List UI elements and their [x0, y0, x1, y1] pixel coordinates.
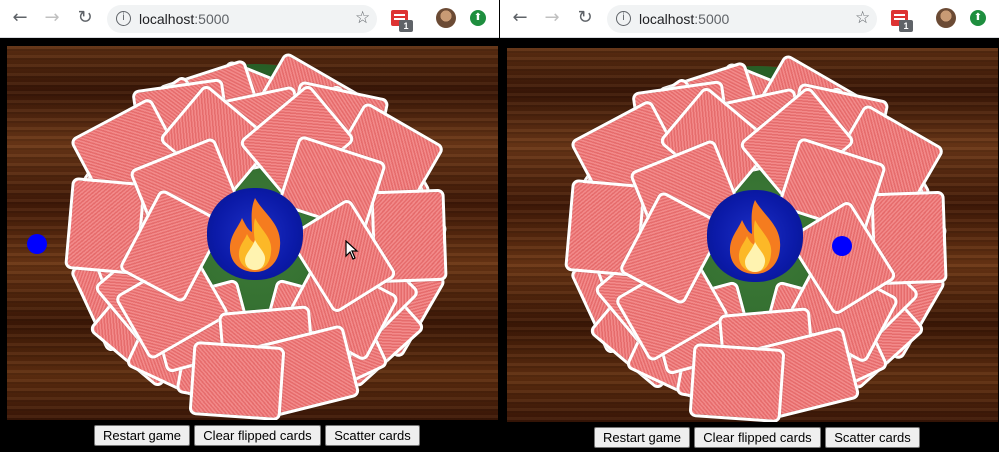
address-bar[interactable]: i localhost:5000 ☆: [107, 5, 377, 33]
info-icon[interactable]: i: [116, 11, 131, 26]
player-dot[interactable]: [27, 234, 47, 254]
clear-flipped-cards-button[interactable]: Clear flipped cards: [194, 425, 321, 446]
forward-arrow-icon[interactable]: →: [41, 7, 63, 29]
forward-arrow-icon[interactable]: →: [541, 7, 563, 29]
browser-window-right: ← → ↻ i localhost:5000 ☆ 1 ⬆ Restart gam…: [500, 0, 999, 452]
update-icon[interactable]: ⬆: [970, 10, 986, 26]
browser-window-left: ← → ↻ i localhost:5000 ☆ 1 ⬆ Restart gam…: [0, 0, 499, 452]
browser-toolbar: ← → ↻ i localhost:5000 ☆ 1 ⬆: [0, 0, 499, 38]
reload-icon[interactable]: ↻: [574, 7, 596, 29]
game-table[interactable]: [7, 46, 498, 420]
card-back[interactable]: [188, 340, 286, 420]
url-port: :5000: [694, 11, 730, 27]
restart-game-button[interactable]: Restart game: [94, 425, 190, 446]
star-icon[interactable]: ☆: [855, 8, 870, 28]
fire-pit[interactable]: [207, 188, 303, 280]
fire-icon: [729, 200, 781, 274]
avatar[interactable]: [436, 8, 456, 28]
scatter-cards-button[interactable]: Scatter cards: [325, 425, 420, 446]
extension-badge: 1: [399, 20, 413, 32]
game-table[interactable]: [507, 48, 998, 422]
clear-flipped-cards-button[interactable]: Clear flipped cards: [694, 427, 821, 448]
game-controls: Restart game Clear flipped cards Scatter…: [500, 427, 999, 449]
update-icon[interactable]: ⬆: [470, 10, 486, 26]
url-port: :5000: [194, 11, 230, 27]
info-icon[interactable]: i: [616, 11, 631, 26]
reload-icon[interactable]: ↻: [74, 7, 96, 29]
avatar[interactable]: [936, 8, 956, 28]
scatter-cards-button[interactable]: Scatter cards: [825, 427, 920, 448]
player-dot[interactable]: [832, 236, 852, 256]
fire-icon: [229, 198, 281, 272]
url-text: localhost:5000: [639, 11, 729, 27]
address-bar[interactable]: i localhost:5000 ☆: [607, 5, 877, 33]
screen: ← → ↻ i localhost:5000 ☆ 1 ⬆ Restart gam…: [0, 0, 999, 452]
back-arrow-icon[interactable]: ←: [509, 7, 531, 29]
restart-game-button[interactable]: Restart game: [594, 427, 690, 448]
card-back[interactable]: [688, 342, 786, 422]
extension-badge: 1: [899, 20, 913, 32]
mouse-cursor-icon: [345, 240, 359, 260]
url-host: localhost: [639, 11, 695, 27]
game-controls: Restart game Clear flipped cards Scatter…: [0, 425, 499, 447]
url-host: localhost: [139, 11, 195, 27]
star-icon[interactable]: ☆: [355, 8, 370, 28]
url-text: localhost:5000: [139, 11, 229, 27]
back-arrow-icon[interactable]: ←: [9, 7, 31, 29]
browser-toolbar: ← → ↻ i localhost:5000 ☆ 1 ⬆: [500, 0, 999, 38]
fire-pit[interactable]: [707, 190, 803, 282]
